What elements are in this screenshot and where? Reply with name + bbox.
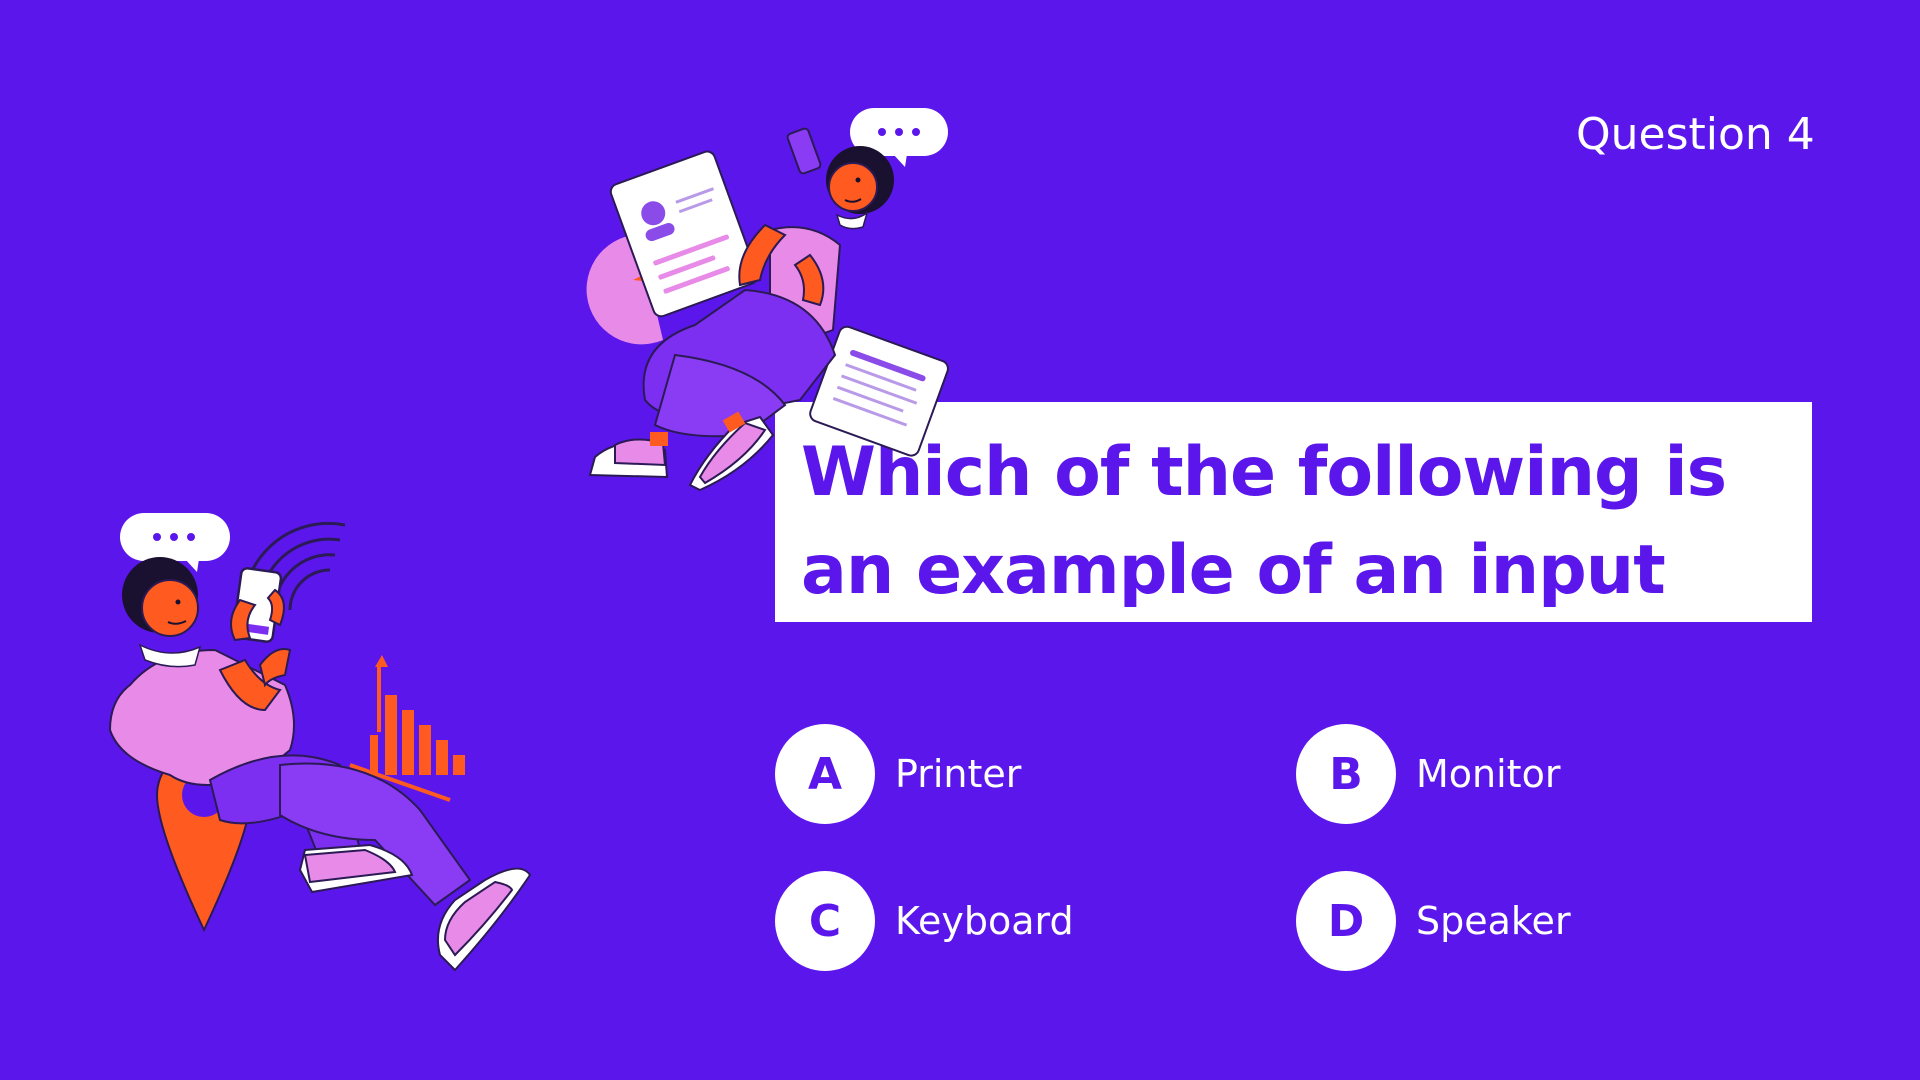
option-c-label: Keyboard (895, 899, 1074, 943)
option-a[interactable]: A Printer (775, 724, 1021, 824)
option-c[interactable]: C Keyboard (775, 871, 1074, 971)
question-number: Question 4 (1576, 109, 1815, 160)
option-c-letter: C (775, 871, 875, 971)
option-a-label: Printer (895, 752, 1022, 796)
man-with-phone-illustration (108, 513, 532, 972)
option-d-label: Speaker (1416, 899, 1571, 943)
option-b-label: Monitor (1416, 752, 1561, 796)
option-b-letter: B (1296, 724, 1396, 824)
woman-with-phone-illustration (586, 108, 949, 492)
option-a-letter: A (775, 724, 875, 824)
option-d-letter: D (1296, 871, 1396, 971)
option-b[interactable]: B Monitor (1296, 724, 1560, 824)
option-d[interactable]: D Speaker (1296, 871, 1571, 971)
